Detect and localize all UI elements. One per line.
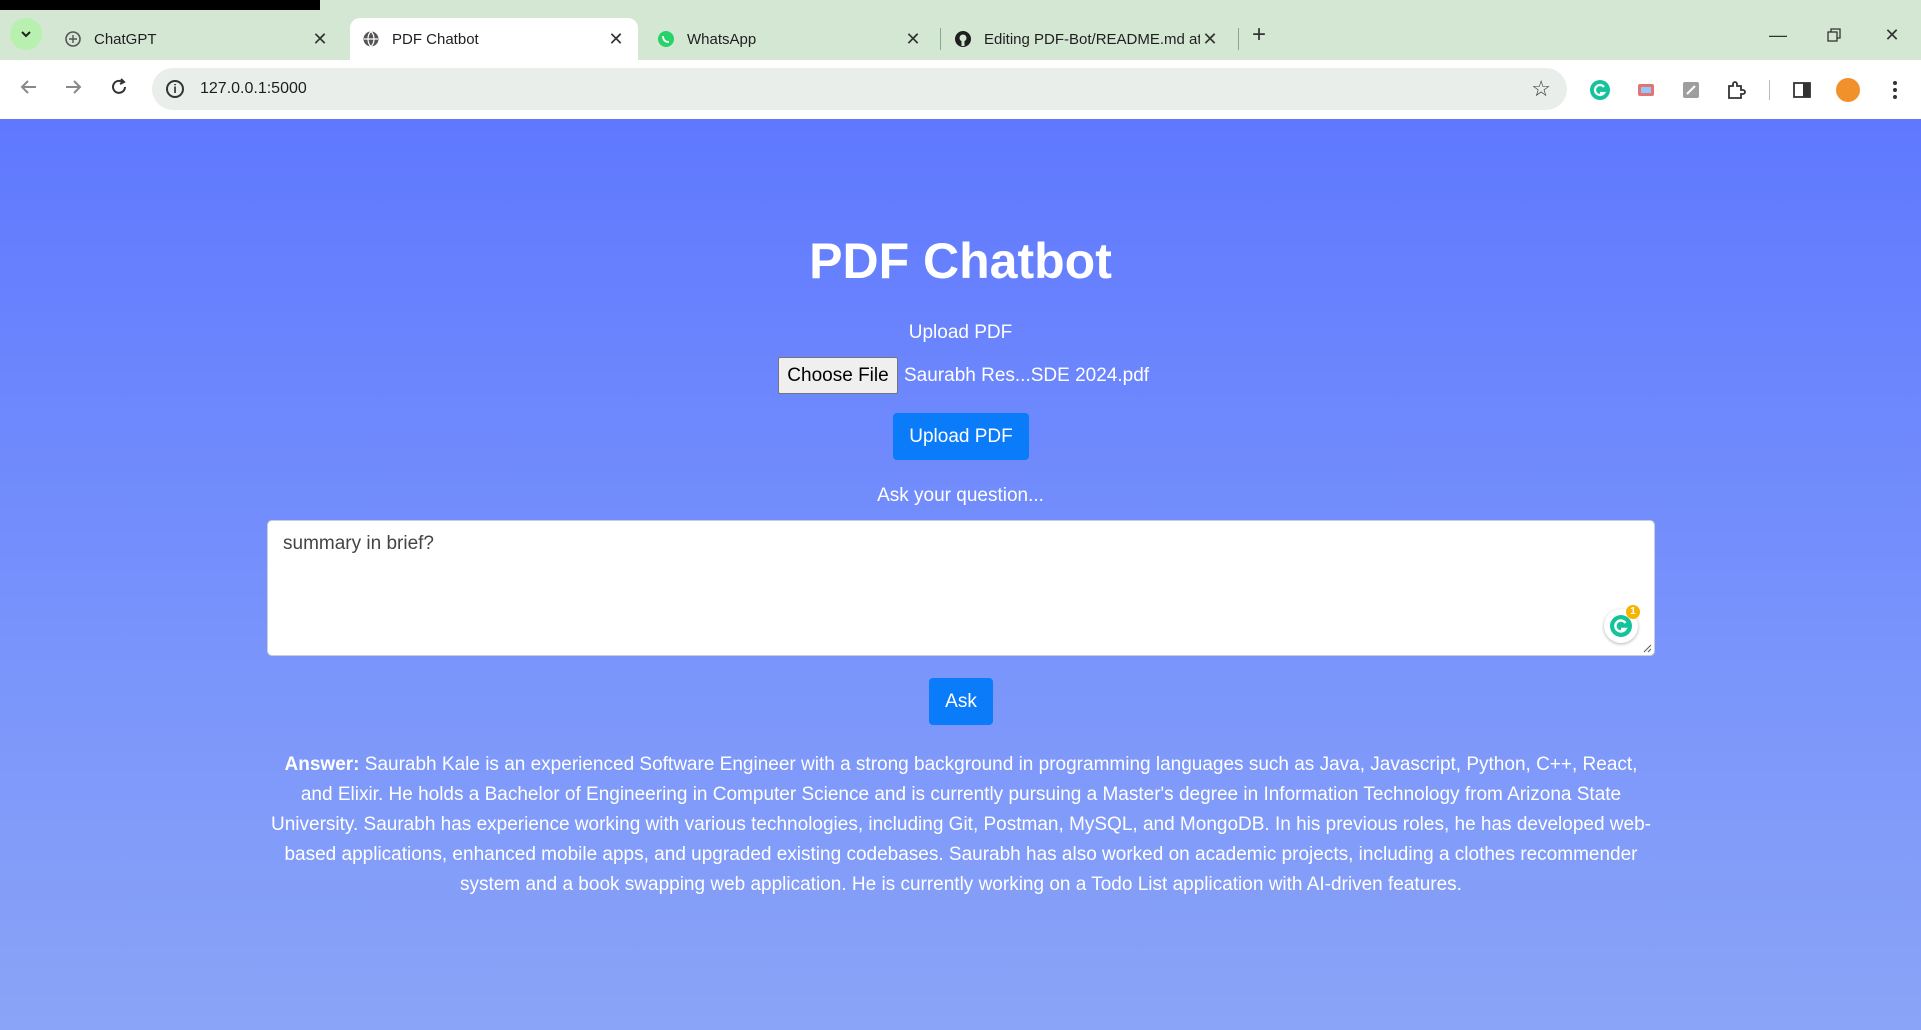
answer-label: Answer: bbox=[284, 754, 360, 775]
close-icon[interactable]: ✕ bbox=[310, 29, 330, 50]
arrow-left-icon bbox=[20, 80, 36, 94]
tab-divider bbox=[1238, 28, 1239, 50]
chatgpt-icon bbox=[64, 30, 82, 48]
taskbar-fragment bbox=[0, 0, 320, 10]
url-text[interactable]: 127.0.0.1:5000 bbox=[200, 80, 307, 98]
toolbar-divider bbox=[1769, 80, 1770, 100]
file-input[interactable]: Choose File Saurabh Res...SDE 2024.pdf bbox=[778, 357, 1149, 394]
ask-button[interactable]: Ask bbox=[929, 678, 993, 725]
question-text[interactable]: summary in brief? bbox=[283, 533, 434, 554]
selected-file-name: Saurabh Res...SDE 2024.pdf bbox=[904, 364, 1150, 386]
close-window-button[interactable]: ✕ bbox=[1872, 20, 1912, 50]
chevron-down-icon bbox=[21, 31, 31, 38]
back-button[interactable] bbox=[14, 74, 44, 104]
tab-github[interactable]: Editing PDF-Bot/README.md at ✕ bbox=[942, 18, 1232, 60]
tab-chatgpt[interactable]: ChatGPT ✕ bbox=[52, 18, 342, 60]
question-textarea[interactable]: summary in brief? 1 bbox=[267, 520, 1655, 656]
tab-search-button[interactable] bbox=[10, 18, 42, 50]
close-icon[interactable]: ✕ bbox=[606, 29, 626, 50]
page-content: PDF Chatbot Upload PDF Choose File Saura… bbox=[0, 119, 1921, 1030]
tab-title: PDF Chatbot bbox=[392, 30, 479, 48]
tab-title: ChatGPT bbox=[94, 30, 157, 48]
tab-bar: ChatGPT ✕ PDF Chatbot ✕ WhatsApp ✕ Editi… bbox=[0, 10, 1921, 60]
reload-button[interactable] bbox=[104, 74, 134, 104]
whatsapp-icon bbox=[657, 30, 675, 48]
tab-title: Editing PDF-Bot/README.md at bbox=[984, 30, 1200, 48]
profile-avatar[interactable] bbox=[1835, 77, 1861, 103]
window-top-strip bbox=[0, 0, 1921, 10]
new-tab-button[interactable]: + bbox=[1245, 22, 1273, 50]
side-panel-icon[interactable] bbox=[1789, 77, 1815, 103]
restore-button[interactable] bbox=[1814, 20, 1854, 50]
restore-icon bbox=[1827, 28, 1841, 42]
tab-whatsapp[interactable]: WhatsApp ✕ bbox=[645, 18, 935, 60]
globe-icon bbox=[362, 30, 380, 48]
extensions-puzzle-icon[interactable] bbox=[1723, 77, 1749, 103]
bookmark-star-icon[interactable]: ☆ bbox=[1531, 76, 1551, 102]
upload-pdf-label: Upload PDF bbox=[908, 322, 1013, 343]
grammarly-badge: 1 bbox=[1626, 605, 1640, 619]
reload-icon bbox=[112, 78, 126, 94]
tab-title: WhatsApp bbox=[687, 30, 757, 48]
resize-handle-icon[interactable] bbox=[1642, 643, 1652, 653]
page-title: PDF Chatbot bbox=[809, 233, 1112, 289]
tab-divider bbox=[940, 28, 941, 50]
notes-extension-icon[interactable] bbox=[1678, 77, 1704, 103]
forward-button[interactable] bbox=[58, 74, 88, 104]
github-icon bbox=[954, 30, 972, 48]
answer-body: Saurabh Kale is an experienced Software … bbox=[271, 754, 1651, 895]
arrow-right-icon bbox=[66, 80, 82, 94]
screen-capture-extension-icon[interactable] bbox=[1633, 77, 1659, 103]
upload-pdf-button[interactable]: Upload PDF bbox=[893, 413, 1029, 460]
close-icon[interactable]: ✕ bbox=[903, 29, 923, 50]
grammarly-icon[interactable]: 1 bbox=[1604, 605, 1640, 643]
answer-text: Answer: Saurabh Kale is an experienced S… bbox=[267, 750, 1655, 900]
choose-file-button[interactable]: Choose File bbox=[778, 357, 898, 394]
info-icon[interactable]: i bbox=[166, 80, 184, 98]
ask-question-label: Ask your question... bbox=[877, 485, 1044, 506]
browser-toolbar: i 127.0.0.1:5000 ☆ bbox=[0, 60, 1921, 119]
grammarly-extension-icon[interactable] bbox=[1587, 77, 1613, 103]
address-bar[interactable]: i 127.0.0.1:5000 ☆ bbox=[152, 68, 1567, 110]
close-icon[interactable]: ✕ bbox=[1200, 29, 1220, 50]
more-menu-icon[interactable] bbox=[1882, 77, 1908, 103]
minimize-button[interactable]: — bbox=[1758, 20, 1798, 50]
tab-pdf-chatbot[interactable]: PDF Chatbot ✕ bbox=[350, 18, 638, 60]
